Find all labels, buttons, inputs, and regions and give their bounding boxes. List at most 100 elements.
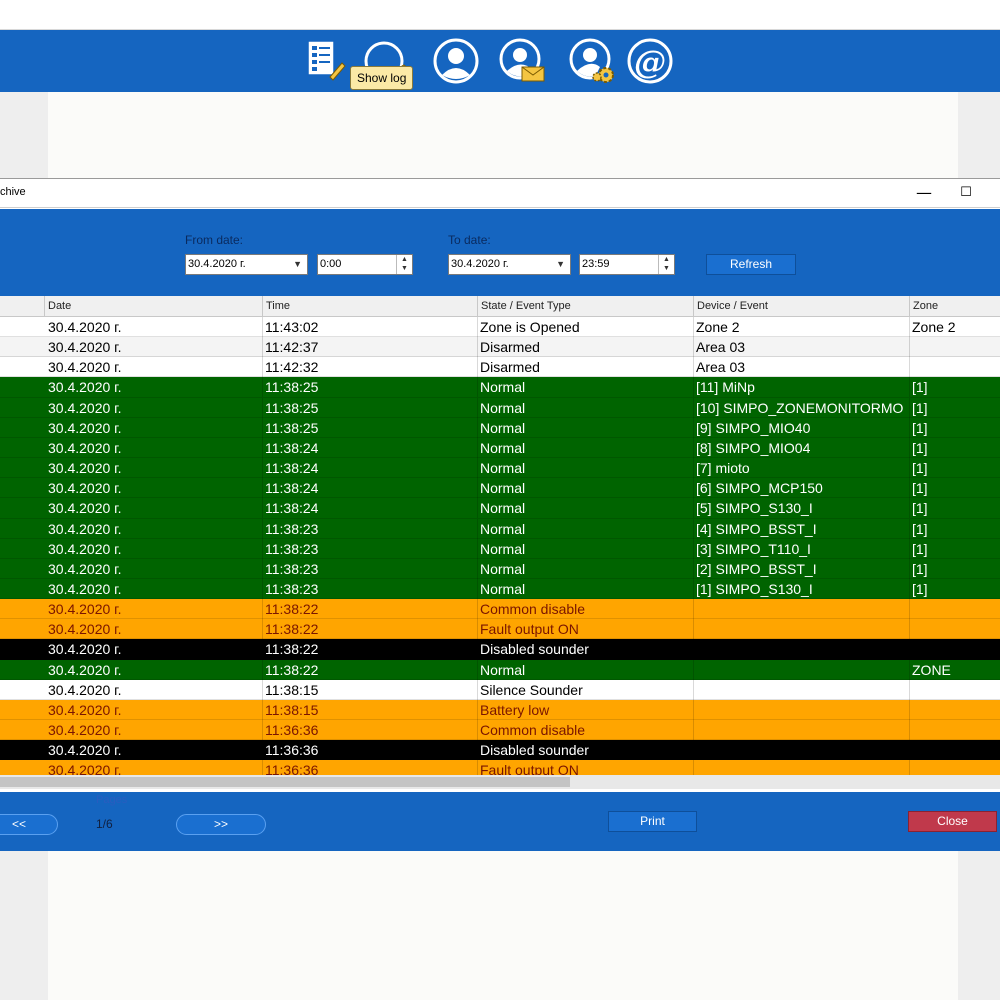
cell-device <box>693 699 909 720</box>
cell-date: 30.4.2020 г. <box>48 560 122 577</box>
maximize-button[interactable]: ☐ <box>954 182 978 204</box>
next-page-button[interactable]: >> <box>176 814 266 835</box>
cell-state: Normal <box>477 478 693 499</box>
cell-time: 11:36:36 <box>262 720 477 740</box>
user-settings-icon[interactable] <box>568 37 616 85</box>
from-time-spinner[interactable]: 0:00 ▲ ▼ <box>317 254 413 275</box>
cell-zone: [1] <box>909 377 1000 398</box>
table-row[interactable]: 30.4.2020 г. 11:38:23 Normal [1] SIMPO_S130… <box>0 578 1000 600</box>
cell-date: 30.4.2020 г. <box>48 681 122 698</box>
refresh-button[interactable]: Refresh <box>706 254 796 275</box>
cell-time: 11:36:36 <box>262 740 477 761</box>
table-row[interactable]: 30.4.2020 г. 11:38:24 Normal [8] SIMPO_MIO0… <box>0 437 1000 459</box>
cell-zone <box>909 699 1000 720</box>
event-log-icon[interactable] <box>302 37 350 85</box>
table-row[interactable]: 30.4.2020 г. 11:38:22 Common disable <box>0 599 1000 620</box>
cell-device: [10] SIMPO_ZONEMONITORMO <box>693 397 909 418</box>
cell-date: 30.4.2020 г. <box>48 339 122 356</box>
cell-time: 11:38:25 <box>262 417 477 438</box>
table-row[interactable]: 30.4.2020 г. 11:36:36 Disabled sounder <box>0 740 1000 761</box>
table-row[interactable]: 30.4.2020 г. 11:38:24 Normal [6] SIMPO_MCP1… <box>0 478 1000 499</box>
app-title-strip <box>0 0 1000 30</box>
cell-device <box>693 619 909 640</box>
table-row[interactable]: 30.4.2020 г. 11:38:15 Silence Sounder <box>0 679 1000 700</box>
table-row[interactable]: 30.4.2020 г. 11:38:25 Normal [9] SIMPO_MIO4… <box>0 417 1000 438</box>
cell-state: Silence Sounder <box>477 679 693 700</box>
cell-time: 11:38:24 <box>262 437 477 458</box>
cell-time: 11:38:23 <box>262 558 477 579</box>
cell-zone: Zone 2 <box>909 317 1000 337</box>
cell-date: 30.4.2020 г. <box>48 500 122 517</box>
cell-state: Normal <box>477 498 693 519</box>
cell-time: 11:43:02 <box>262 317 477 337</box>
table-row[interactable]: 30.4.2020 г. 11:38:25 Normal [11] MiNp [1] <box>0 377 1000 398</box>
to-time-spinner[interactable]: 23:59 ▲ ▼ <box>579 254 675 275</box>
table-row[interactable]: 30.4.2020 г. 11:38:24 Normal [5] SIMPO_S130… <box>0 498 1000 519</box>
window-titlebar[interactable]: chive — ☐ <box>0 179 1000 208</box>
cell-time: 11:38:24 <box>262 458 477 479</box>
cell-device <box>693 760 909 776</box>
cell-state: Normal <box>477 558 693 579</box>
to-time-value: 23:59 <box>582 258 610 270</box>
spinner-arrows-icon[interactable]: ▲ ▼ <box>658 255 674 274</box>
col-header-zone[interactable]: Zone <box>909 296 1000 317</box>
cell-state: Disarmed <box>477 357 693 378</box>
close-button[interactable]: Close <box>908 811 997 832</box>
from-date-picker[interactable]: 30.4.2020 г. ▼ <box>185 254 308 275</box>
cell-zone: [1] <box>909 578 1000 599</box>
table-row[interactable]: 30.4.2020 г. 11:38:23 Normal [4] SIMPO_BSST… <box>0 518 1000 539</box>
cell-zone <box>909 740 1000 761</box>
col-header-date[interactable]: Date <box>44 296 262 317</box>
table-row[interactable]: 30.4.2020 г. 11:38:25 Normal [10] SIMPO_ZON… <box>0 397 1000 418</box>
cell-device <box>693 659 909 680</box>
cell-date: 30.4.2020 г. <box>48 722 122 738</box>
cell-time: 11:38:23 <box>262 578 477 599</box>
prev-page-button[interactable]: << <box>0 814 58 835</box>
table-row[interactable]: 30.4.2020 г. 11:36:36 Fault output ON <box>0 760 1000 776</box>
table-row[interactable]: 30.4.2020 г. 11:38:24 Normal [7] mioto [1] <box>0 458 1000 479</box>
scrollbar-thumb[interactable] <box>0 777 570 787</box>
table-row[interactable]: 30.4.2020 г. 11:42:32 Disarmed Area 03 <box>0 357 1000 378</box>
main-toolbar: Show log @ <box>0 30 1000 92</box>
cell-date: 30.4.2020 г. <box>48 460 122 477</box>
cell-state: Normal <box>477 377 693 398</box>
user-mail-icon[interactable] <box>498 37 546 85</box>
cell-zone <box>909 720 1000 740</box>
cell-time: 11:38:22 <box>262 659 477 680</box>
minimize-button[interactable]: — <box>912 182 936 204</box>
table-row[interactable]: 30.4.2020 г. 11:36:36 Common disable <box>0 720 1000 741</box>
spinner-arrows-icon[interactable]: ▲ ▼ <box>396 255 412 274</box>
cell-device <box>693 639 909 660</box>
cell-date: 30.4.2020 г. <box>48 601 122 618</box>
col-header-device[interactable]: Device / Event <box>693 296 909 317</box>
table-row[interactable]: 30.4.2020 г. 11:38:22 Disabled sounder <box>0 639 1000 660</box>
chevron-down-icon: ▼ <box>556 259 565 269</box>
event-table: Date Time State / Event Type Device / Ev… <box>0 296 1000 776</box>
cell-date: 30.4.2020 г. <box>48 399 122 416</box>
cell-zone <box>909 679 1000 700</box>
cell-state: Normal <box>477 437 693 458</box>
table-row[interactable]: 30.4.2020 г. 11:38:23 Normal [2] SIMPO_BSST… <box>0 558 1000 579</box>
table-row[interactable]: 30.4.2020 г. 11:38:23 Normal [3] SIMPO_T110… <box>0 538 1000 559</box>
print-button[interactable]: Print <box>608 811 697 832</box>
table-row[interactable]: 30.4.2020 г. 11:42:37 Disarmed Area 03 <box>0 337 1000 358</box>
to-date-picker[interactable]: 30.4.2020 г. ▼ <box>448 254 571 275</box>
table-row[interactable]: 30.4.2020 г. 11:38:22 Fault output ON <box>0 619 1000 640</box>
cell-zone: [1] <box>909 397 1000 418</box>
cell-state: Battery low <box>477 699 693 720</box>
table-row[interactable]: 30.4.2020 г. 11:38:22 Normal ZONE <box>0 659 1000 680</box>
pages-value: 1/6 <box>96 817 113 831</box>
user-icon[interactable] <box>432 37 480 85</box>
col-header-time[interactable]: Time <box>262 296 477 317</box>
col-header-state[interactable]: State / Event Type <box>477 296 693 317</box>
email-at-icon[interactable]: @ <box>626 37 674 85</box>
cell-state: Disarmed <box>477 337 693 358</box>
table-row[interactable]: 30.4.2020 г. 11:43:02 Zone is Opened Zone 2… <box>0 317 1000 338</box>
cell-state: Common disable <box>477 599 693 620</box>
cell-device: [6] SIMPO_MCP150 <box>693 478 909 499</box>
pages-label: Pages <box>96 794 128 806</box>
table-row[interactable]: 30.4.2020 г. 11:38:15 Battery low <box>0 699 1000 721</box>
cell-device: [1] SIMPO_S130_I <box>693 578 909 599</box>
horizontal-scrollbar[interactable] <box>0 775 1000 789</box>
cell-zone: [1] <box>909 478 1000 499</box>
